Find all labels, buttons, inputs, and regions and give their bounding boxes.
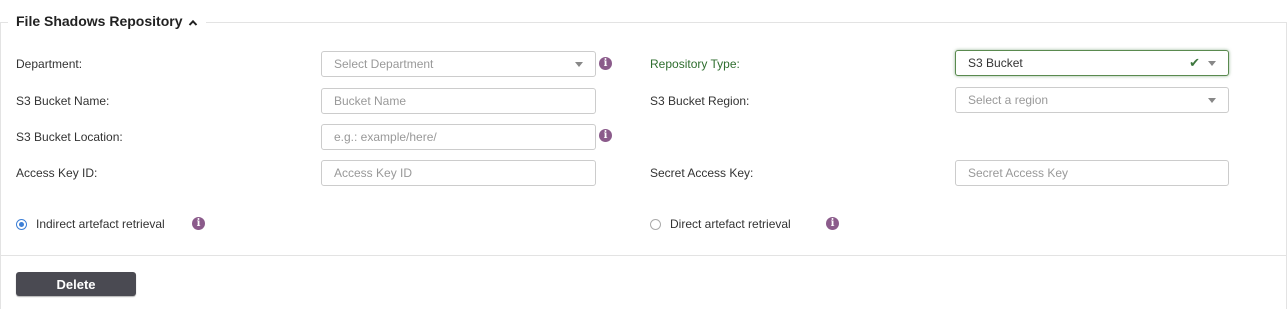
- indirect-retrieval-info-icon[interactable]: i: [192, 217, 205, 230]
- direct-retrieval-label[interactable]: Direct artefact retrieval: [670, 217, 791, 231]
- repository-type-value: S3 Bucket: [968, 56, 1023, 70]
- section-header[interactable]: File Shadows Repository: [8, 13, 207, 29]
- caret-down-icon: [1208, 97, 1216, 103]
- divider: [0, 255, 1287, 256]
- checkmark-icon: ✔: [1189, 55, 1200, 70]
- secret-access-key-label: Secret Access Key:: [650, 166, 754, 180]
- department-select-value: Select Department: [334, 57, 434, 71]
- fieldset-border-left: [0, 22, 1, 309]
- delete-button[interactable]: Delete: [16, 272, 136, 296]
- caret-down-icon: [1208, 60, 1216, 66]
- bucket-location-input[interactable]: [321, 124, 596, 150]
- indirect-retrieval-label[interactable]: Indirect artefact retrieval: [36, 217, 165, 231]
- department-info-icon[interactable]: i: [599, 57, 612, 70]
- access-key-id-input[interactable]: [321, 160, 596, 186]
- chevron-up-icon[interactable]: [188, 17, 198, 27]
- bucket-region-select[interactable]: Select a region: [955, 87, 1229, 113]
- bucket-location-info-icon[interactable]: i: [599, 129, 612, 142]
- section-title: File Shadows Repository: [16, 13, 183, 29]
- secret-access-key-input[interactable]: [955, 160, 1229, 186]
- department-select[interactable]: Select Department: [321, 51, 596, 77]
- bucket-location-label: S3 Bucket Location:: [16, 130, 123, 144]
- department-label: Department:: [16, 57, 83, 71]
- bucket-region-label: S3 Bucket Region:: [650, 94, 750, 108]
- caret-down-icon: [575, 61, 583, 67]
- indirect-retrieval-radio[interactable]: [16, 219, 27, 230]
- direct-retrieval-radio[interactable]: [650, 219, 661, 230]
- repository-type-select[interactable]: S3 Bucket ✔: [955, 50, 1229, 76]
- direct-retrieval-info-icon[interactable]: i: [826, 217, 839, 230]
- access-key-id-label: Access Key ID:: [16, 166, 98, 180]
- repository-type-label: Repository Type:: [650, 57, 740, 71]
- bucket-name-label: S3 Bucket Name:: [16, 94, 110, 108]
- bucket-region-value: Select a region: [968, 93, 1049, 107]
- bucket-name-input[interactable]: [321, 88, 596, 114]
